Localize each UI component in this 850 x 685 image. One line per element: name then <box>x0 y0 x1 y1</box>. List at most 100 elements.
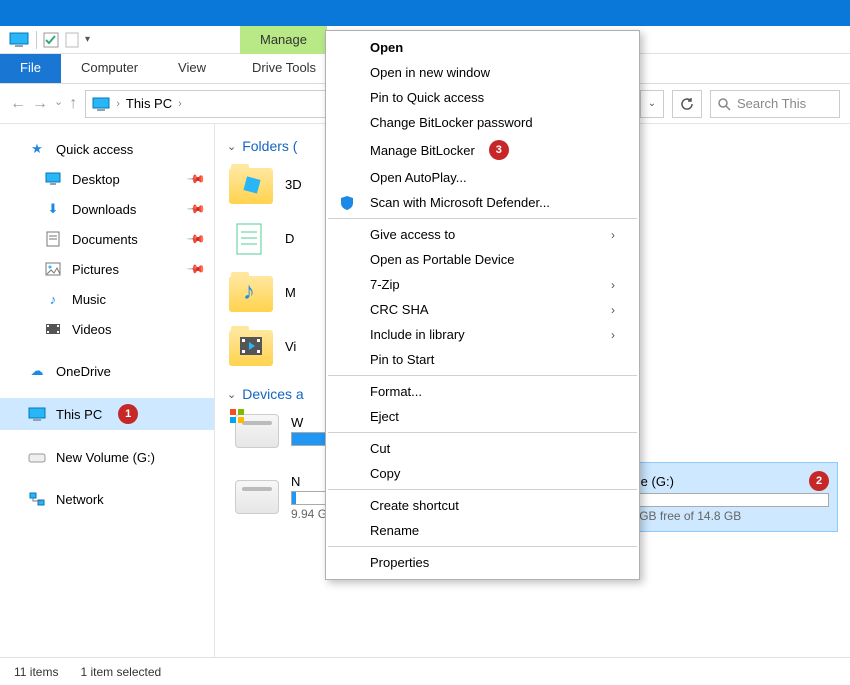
pc-icon <box>92 97 110 111</box>
sidebar-item-label: New Volume (G:) <box>56 450 155 465</box>
cm-pin-quick-access[interactable]: Pin to Quick access <box>326 85 639 110</box>
cm-copy[interactable]: Copy <box>326 461 639 486</box>
section-label: Devices a <box>242 386 303 402</box>
annotation-badge-2: 2 <box>809 471 829 491</box>
cm-crc-sha[interactable]: CRC SHA › <box>326 297 639 322</box>
tab-view[interactable]: View <box>158 54 226 83</box>
cm-label: CRC SHA <box>370 302 429 317</box>
cloud-icon: ☁ <box>28 362 46 380</box>
section-label: Folders ( <box>242 138 297 154</box>
sidebar-item-videos[interactable]: Videos <box>0 314 214 344</box>
cm-rename[interactable]: Rename <box>326 518 639 543</box>
drive-icon <box>28 448 46 466</box>
sidebar-this-pc[interactable]: This PC 1 <box>0 398 214 430</box>
cm-pin-to-start[interactable]: Pin to Start <box>326 347 639 372</box>
cm-manage-bitlocker[interactable]: Manage BitLocker 3 <box>326 135 639 165</box>
tab-manage[interactable]: Manage <box>240 26 327 54</box>
cm-label: 7-Zip <box>370 277 400 292</box>
cm-label: Give access to <box>370 227 455 242</box>
cm-separator <box>328 546 637 547</box>
chevron-right-icon: › <box>116 98 120 110</box>
chevron-right-icon: › <box>611 278 615 292</box>
chevron-right-icon: › <box>611 328 615 342</box>
cm-properties[interactable]: Properties <box>326 550 639 575</box>
divider <box>36 31 37 49</box>
pin-icon: 📌 <box>186 229 206 249</box>
cm-separator <box>328 432 637 433</box>
search-icon <box>717 97 731 111</box>
cm-open[interactable]: Open <box>326 35 639 60</box>
drive-icon <box>235 480 279 514</box>
sidebar-new-volume[interactable]: New Volume (G:) <box>0 442 214 472</box>
cm-scan-defender[interactable]: Scan with Microsoft Defender... <box>326 190 639 215</box>
status-selected: 1 item selected <box>80 665 161 679</box>
folder-icon: ♪ <box>229 272 273 312</box>
music-icon: ♪ <box>44 290 62 308</box>
chevron-right-icon: › <box>611 303 615 317</box>
cm-open-new-window[interactable]: Open in new window <box>326 60 639 85</box>
nav-arrows: ← → ⌄ ↑ <box>10 95 77 113</box>
sidebar-item-label: This PC <box>56 407 102 422</box>
chevron-down-icon: ⌄ <box>227 388 236 401</box>
cm-create-shortcut[interactable]: Create shortcut <box>326 493 639 518</box>
cm-portable-device[interactable]: Open as Portable Device <box>326 247 639 272</box>
status-item-count: 11 items <box>14 665 58 679</box>
sidebar-item-pictures[interactable]: Pictures 📌 <box>0 254 214 284</box>
navigation-pane: ★ Quick access Desktop 📌 ⬇ Downloads 📌 D… <box>0 124 215 657</box>
cm-include-library[interactable]: Include in library› <box>326 322 639 347</box>
cm-open-autoplay[interactable]: Open AutoPlay... <box>326 165 639 190</box>
sidebar-item-label: Pictures <box>72 262 119 277</box>
network-icon <box>28 490 46 508</box>
sidebar-item-music[interactable]: ♪ Music <box>0 284 214 314</box>
sidebar-item-downloads[interactable]: ⬇ Downloads 📌 <box>0 194 214 224</box>
cm-format[interactable]: Format... <box>326 379 639 404</box>
sidebar-item-desktop[interactable]: Desktop 📌 <box>0 164 214 194</box>
tab-drive-tools[interactable]: Drive Tools <box>240 54 328 81</box>
annotation-badge-1: 1 <box>118 404 138 424</box>
tab-file[interactable]: File <box>0 54 61 83</box>
cm-7zip[interactable]: 7-Zip › <box>326 272 639 297</box>
search-placeholder: Search This <box>737 96 806 111</box>
search-input[interactable]: Search This <box>710 90 840 118</box>
dropdown-caret-icon[interactable]: ▾ <box>85 34 90 45</box>
sidebar-onedrive[interactable]: ☁ OneDrive <box>0 356 214 386</box>
tab-computer[interactable]: Computer <box>61 54 158 83</box>
pin-icon: 📌 <box>186 169 206 189</box>
pin-icon: 📌 <box>186 199 206 219</box>
refresh-button[interactable] <box>672 90 702 118</box>
cm-cut[interactable]: Cut <box>326 436 639 461</box>
cm-label: Manage BitLocker <box>370 143 475 158</box>
sidebar-item-label: Network <box>56 492 104 507</box>
desktop-icon <box>44 170 62 188</box>
folder-label: Vi <box>285 339 296 354</box>
nav-back-icon[interactable]: ← <box>10 95 26 113</box>
nav-up-icon[interactable]: ↑ <box>69 95 77 113</box>
folder-label: M <box>285 285 296 300</box>
cm-eject[interactable]: Eject <box>326 404 639 429</box>
sidebar-item-documents[interactable]: Documents 📌 <box>0 224 214 254</box>
breadcrumb-thispc[interactable]: This PC <box>126 96 172 111</box>
chevron-down-icon: ⌄ <box>227 140 236 153</box>
status-bar: 11 items 1 item selected <box>0 657 850 685</box>
checkbox-icon[interactable] <box>43 32 59 48</box>
folder-label: D <box>285 231 294 246</box>
sidebar-quick-access[interactable]: ★ Quick access <box>0 134 214 164</box>
drive-free-text: 14.7 GB free of 14.8 GB <box>613 509 830 523</box>
drive-usage-bar <box>613 493 830 507</box>
chevron-right-icon: › <box>178 98 182 110</box>
nav-recent-icon[interactable]: ⌄ <box>54 95 63 113</box>
sidebar-network[interactable]: Network <box>0 484 214 514</box>
sidebar-item-label: Videos <box>72 322 112 337</box>
drive-icon <box>235 414 279 448</box>
sidebar-item-label: Music <box>72 292 106 307</box>
document-icon[interactable] <box>65 32 79 48</box>
annotation-badge-3: 3 <box>489 140 509 160</box>
cm-give-access-to[interactable]: Give access to› <box>326 222 639 247</box>
nav-forward-icon[interactable]: → <box>32 95 48 113</box>
sidebar-item-label: Quick access <box>56 142 133 157</box>
cm-separator <box>328 489 637 490</box>
context-menu: Open Open in new window Pin to Quick acc… <box>325 30 640 580</box>
breadcrumb-dropdown-icon[interactable]: ⌄ <box>640 90 664 118</box>
folder-icon <box>229 326 273 366</box>
cm-change-bitlocker[interactable]: Change BitLocker password <box>326 110 639 135</box>
